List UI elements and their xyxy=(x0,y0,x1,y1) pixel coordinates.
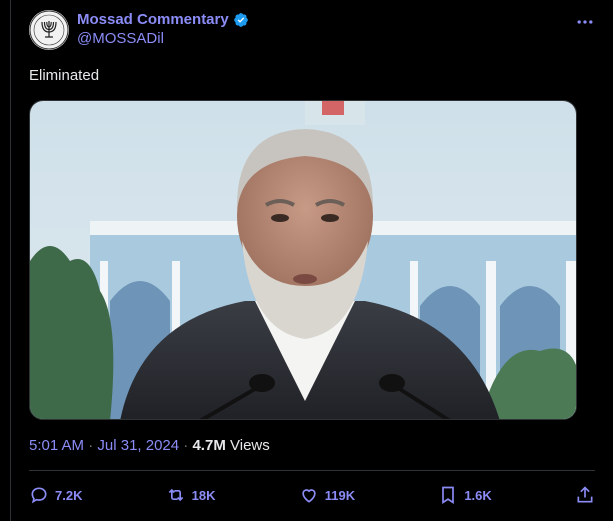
share-icon xyxy=(577,486,593,503)
repost-button[interactable]: 18K xyxy=(166,484,216,506)
share-button[interactable] xyxy=(575,484,595,506)
display-name[interactable]: Mossad Commentary xyxy=(77,11,229,29)
author-handle[interactable]: @MOSSADil xyxy=(77,29,249,49)
verified-badge-icon[interactable] xyxy=(233,12,249,28)
heart-icon xyxy=(302,489,316,503)
views-count[interactable]: 4.7M xyxy=(192,437,225,454)
bookmark-button[interactable]: 1.6K xyxy=(438,484,492,506)
reply-count: 7.2K xyxy=(55,487,83,503)
reply-button[interactable]: 7.2K xyxy=(29,484,82,506)
like-button[interactable]: 119K xyxy=(299,484,355,506)
menorah-emblem-icon xyxy=(29,10,69,50)
repost-icon xyxy=(168,488,183,502)
tweet-meta: 5:01 AM · Jul 31, 2024 · 4.7M Views xyxy=(29,436,270,456)
tweet-text: Eliminated xyxy=(29,67,100,84)
repost-count: 18K xyxy=(191,487,216,503)
tweet-header: Mossad Commentary @MOSSADil xyxy=(29,10,613,50)
author-names: Mossad Commentary @MOSSADil xyxy=(77,11,249,49)
reply-icon xyxy=(31,487,47,504)
views-label: Views xyxy=(230,437,270,454)
divider xyxy=(29,470,595,471)
more-options-icon[interactable] xyxy=(575,12,595,32)
tweet-photo[interactable] xyxy=(29,100,577,420)
like-count: 119K xyxy=(324,487,356,503)
action-bar: 7.2K 18K 119K 1.6K xyxy=(29,484,595,506)
tweet-time[interactable]: 5:01 AM xyxy=(29,437,84,454)
meta-separator: · xyxy=(183,437,189,454)
bookmark-icon xyxy=(442,486,455,505)
photo-illustration xyxy=(30,101,576,419)
bookmark-count: 1.6K xyxy=(464,487,492,503)
avatar[interactable] xyxy=(29,10,69,50)
tweet-date[interactable]: Jul 31, 2024 xyxy=(97,437,179,454)
meta-separator: · xyxy=(88,437,94,454)
tweet-container: Mossad Commentary @MOSSADil Eliminated 5… xyxy=(10,0,613,521)
